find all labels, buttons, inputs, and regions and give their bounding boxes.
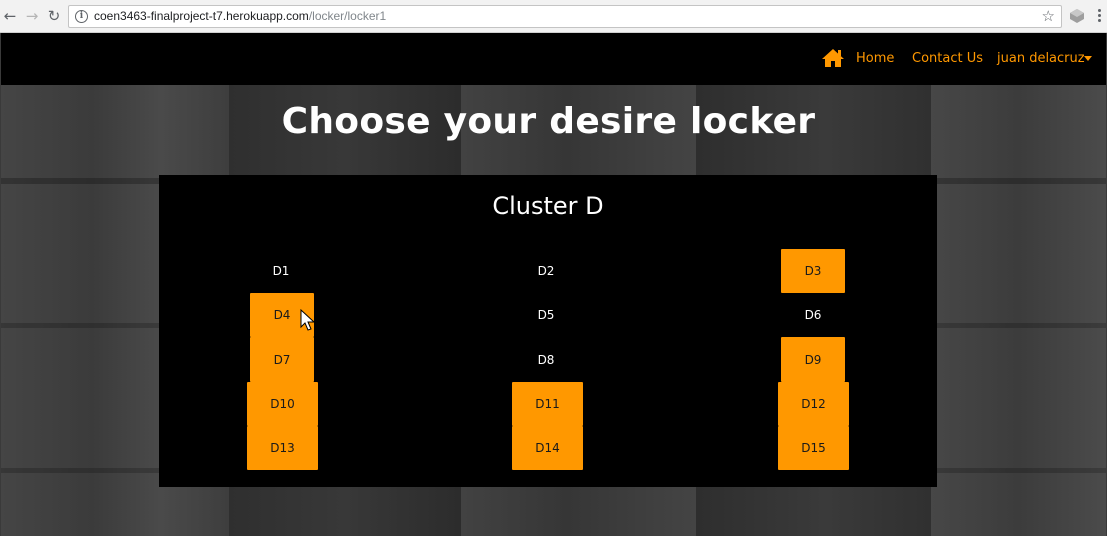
user-menu[interactable]: juan delacruz (997, 50, 1085, 67)
locker-d15[interactable]: D15 (778, 426, 849, 470)
star-icon[interactable]: ☆ (1042, 7, 1055, 25)
locker-label: D13 (270, 441, 295, 455)
locker-panel: Cluster D D1 D2 D3 D4 D5 D6 D7 D8 D9 D10… (159, 175, 937, 487)
info-icon[interactable]: i (75, 10, 88, 23)
locker-d12[interactable]: D12 (778, 382, 849, 426)
locker-label: D1 (272, 264, 290, 278)
locker-label: D8 (537, 352, 555, 367)
nav-contact-link[interactable]: Contact Us (912, 50, 983, 67)
locker-d11[interactable]: D11 (512, 382, 583, 426)
extension-icon[interactable] (1069, 8, 1085, 24)
url-host: coen3463-finalproject-t7.herokuapp.com (94, 9, 309, 23)
locker-d5[interactable]: D5 (514, 293, 578, 337)
address-bar[interactable]: i coen3463-finalproject-t7.herokuapp.com… (68, 5, 1062, 28)
locker-d1[interactable]: D1 (249, 249, 313, 293)
locker-label: D9 (804, 352, 822, 367)
locker-label: D5 (537, 308, 555, 322)
locker-d9[interactable]: D9 (781, 337, 845, 382)
caret-down-icon[interactable] (1084, 56, 1092, 61)
nav-home-link[interactable]: Home (856, 50, 894, 67)
cluster-title: Cluster D (492, 192, 604, 220)
locker-label: D4 (273, 308, 291, 322)
locker-d3[interactable]: D3 (781, 249, 845, 293)
locker-label: D6 (804, 308, 822, 322)
locker-d7[interactable]: D7 (250, 337, 314, 382)
locker-label: D12 (801, 397, 826, 411)
kebab-menu-icon[interactable] (1096, 8, 1102, 24)
locker-label: D2 (537, 264, 555, 278)
url-text: coen3463-finalproject-t7.herokuapp.com/l… (94, 9, 386, 24)
locker-d10[interactable]: D10 (247, 382, 318, 426)
locker-label: D15 (801, 441, 826, 455)
url-path: /locker/locker1 (308, 9, 387, 23)
locker-label: D10 (270, 397, 295, 411)
locker-d2[interactable]: D2 (514, 249, 578, 293)
back-arrow-icon[interactable]: ← (1, 7, 19, 25)
locker-label: D11 (535, 397, 560, 411)
browser-toolbar: ← → ↻ i coen3463-finalproject-t7.herokua… (0, 0, 1107, 33)
locker-d13[interactable]: D13 (247, 426, 318, 470)
locker-label: D14 (535, 441, 560, 455)
home-icon[interactable] (821, 48, 845, 68)
reload-icon[interactable]: ↻ (45, 7, 63, 25)
page: Home Contact Us juan delacruz Choose you… (1, 33, 1106, 536)
forward-arrow-icon[interactable]: → (23, 7, 41, 25)
locker-label: D7 (273, 352, 291, 367)
page-title: Choose your desire locker (281, 101, 816, 142)
locker-d14[interactable]: D14 (512, 426, 583, 470)
navbar: Home Contact Us juan delacruz (1, 33, 1106, 85)
locker-d6[interactable]: D6 (781, 293, 845, 337)
locker-d8[interactable]: D8 (514, 337, 578, 382)
locker-label: D3 (804, 264, 822, 278)
locker-d4[interactable]: D4 (250, 293, 314, 337)
